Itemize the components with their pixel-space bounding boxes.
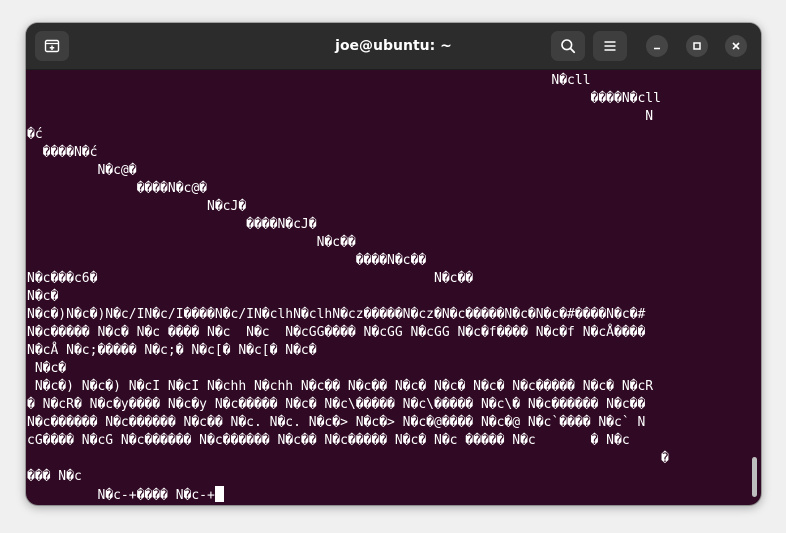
terminal-line: � N�cR� N�c�y���� N�c�y N�c����� N�c� N�… <box>27 397 646 412</box>
maximize-button[interactable] <box>686 35 708 57</box>
terminal-line: N�c�) N�c�) N�cI N�cI N�chh N�chh N�c�� … <box>27 379 654 394</box>
terminal-output[interactable]: N�cll ����N�cll N �ć ����N�ć N�c@� ����N… <box>26 69 750 505</box>
search-button[interactable] <box>551 31 585 61</box>
terminal-line: ����N�cJ� <box>27 217 317 232</box>
search-icon <box>561 39 576 54</box>
scrollbar[interactable] <box>750 71 758 501</box>
terminal-line: N�c�)N�c�)N�c/IN�c/I����N�c/IN�clhN�clhN… <box>27 307 646 322</box>
terminal-line: N�c���c6� N�c�� <box>27 271 474 286</box>
terminal-line: �ć <box>27 127 43 142</box>
terminal-line: N�c@� <box>27 163 137 178</box>
minimize-icon <box>654 47 660 50</box>
terminal-line: N�cÅ N�c;����� N�c;� N�c[� N�c[� N�c� <box>27 343 317 358</box>
new-tab-button[interactable] <box>35 31 69 61</box>
terminal-line: N�cJ� <box>27 199 247 214</box>
terminal-text: N�cll ����N�cll N �ć ����N�ć N�c@� ����N… <box>27 72 669 505</box>
title-bar[interactable]: joe@ubuntu: ~ <box>26 23 761 70</box>
terminal-line: cG���� N�cG N�c������ N�c������ N�c�� N�… <box>27 433 630 448</box>
terminal-line: N�c�� <box>27 235 356 250</box>
terminal-line: N�c-+���� N�c-+ <box>27 488 215 503</box>
terminal-line: ����N�cll <box>27 91 661 106</box>
hamburger-menu-icon <box>604 41 616 51</box>
terminal-line: N�c����� N�c� N�c ���� N�c N�c N�cGG����… <box>27 325 646 340</box>
terminal-line: N�c������ N�c������ N�c�� N�c. N�c. N�c�… <box>27 415 646 430</box>
close-icon <box>732 42 740 50</box>
terminal-line: ����N�c�� <box>27 253 427 268</box>
terminal-line: ��� N�c <box>27 469 82 484</box>
terminal-line: ����N�c@� <box>27 181 208 196</box>
new-tab-icon <box>44 39 60 53</box>
close-button[interactable] <box>725 35 747 57</box>
scrollbar-thumb[interactable] <box>752 457 757 497</box>
terminal-line: ����N�ć <box>27 145 98 160</box>
terminal-line: N <box>27 109 654 124</box>
minimize-button[interactable] <box>646 35 668 57</box>
terminal-line: � <box>27 451 669 466</box>
terminal-line: N�c� <box>27 361 67 376</box>
terminal-line: N�cll <box>27 73 591 88</box>
menu-button[interactable] <box>593 31 627 61</box>
terminal-cursor <box>214 486 224 502</box>
terminal-line: N�c� <box>27 289 59 304</box>
maximize-icon <box>693 42 701 50</box>
terminal-window: joe@ubuntu: ~ N�cll ����N�cll N �ć ����N… <box>26 23 761 505</box>
